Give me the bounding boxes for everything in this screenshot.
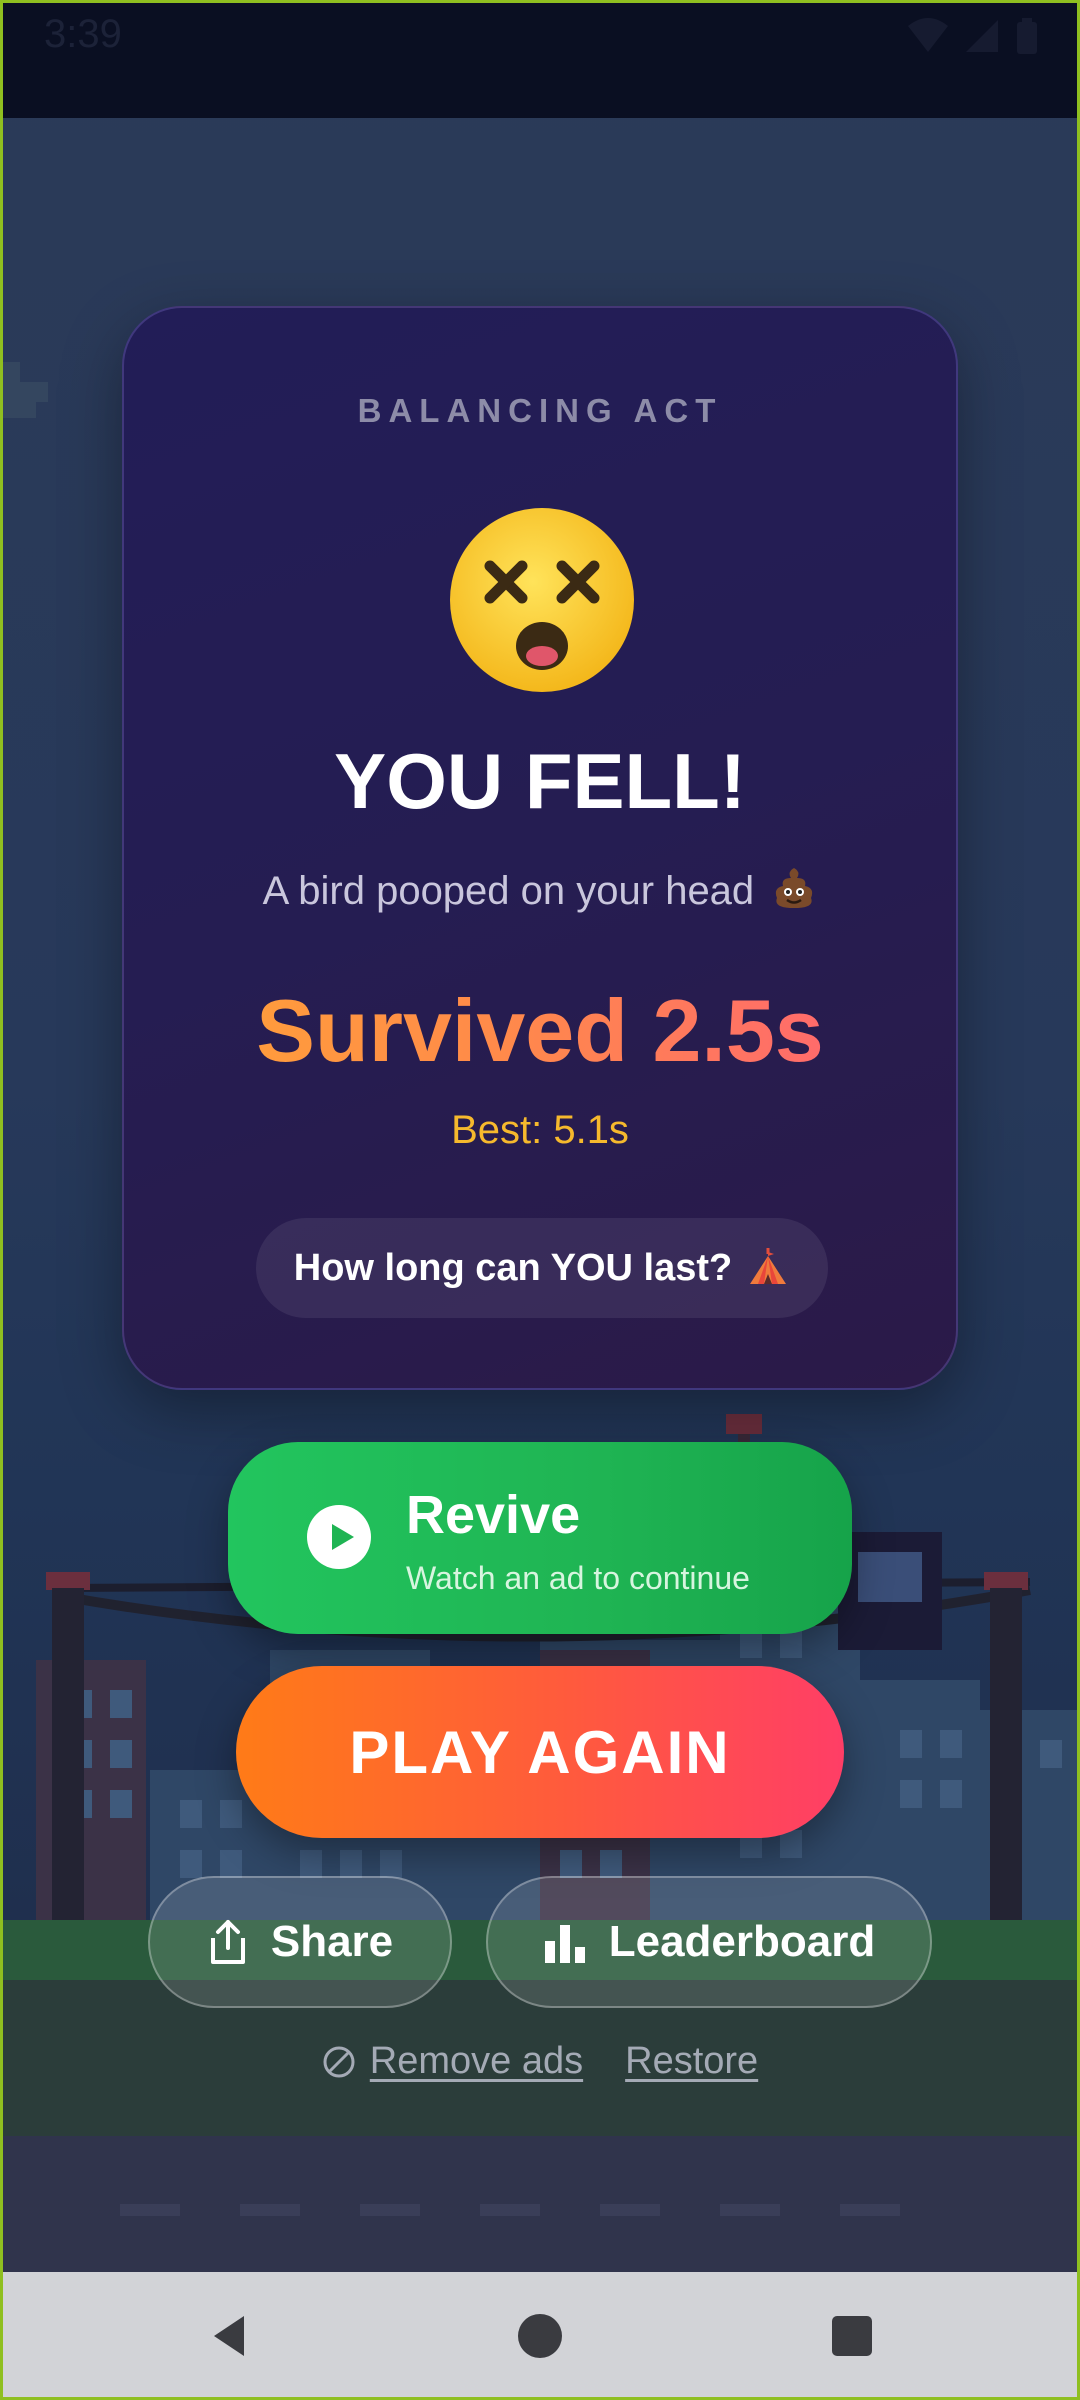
restore-link[interactable]: Restore	[625, 2040, 758, 2083]
play-again-button[interactable]: PLAY AGAIN	[236, 1666, 844, 1838]
result-card: BALANCING ACT YOU FELL! A bird pooped on…	[122, 306, 958, 1390]
fall-cause-text: A bird pooped on your head	[262, 869, 755, 913]
battery-icon	[1017, 18, 1037, 54]
recent-apps-icon[interactable]	[826, 2310, 878, 2362]
bar-chart-icon	[544, 1925, 585, 1963]
revive-title: Revive	[406, 1485, 581, 1545]
dizzy-face-icon	[450, 508, 634, 692]
revive-button[interactable]: Revive Watch an ad to continue	[228, 1442, 852, 1634]
game-name: BALANCING ACT	[357, 392, 723, 429]
challenge-pill: How long can YOU last?	[256, 1218, 828, 1318]
status-time: 3:39	[44, 12, 122, 56]
leaderboard-label: Leaderboard	[608, 1917, 876, 1966]
block-icon	[323, 2046, 355, 2077]
share-label: Share	[270, 1917, 394, 1966]
challenge-text: How long can YOU last?	[293, 1246, 733, 1289]
survived-time: Survived 2.5s	[124, 980, 956, 1082]
remove-ads-link-group[interactable]: Remove ads	[322, 2040, 583, 2083]
navigation-bar	[0, 2272, 1080, 2400]
circus-tent-icon	[750, 1248, 787, 1284]
status-bar: 3:39	[0, 0, 1080, 118]
revive-subtitle: Watch an ad to continue	[406, 1560, 750, 1596]
share-button[interactable]: Share	[148, 1876, 452, 2008]
fall-cause: A bird pooped on your head	[124, 864, 956, 914]
game-over-screen: 3:39 BALANCING ACT YOU FELL! A bird poop…	[0, 0, 1080, 2400]
cell-signal-icon	[966, 20, 998, 52]
share-icon	[210, 1920, 245, 1964]
footer-links: Remove ads Restore	[0, 2040, 1080, 2083]
poo-icon	[776, 868, 813, 908]
home-icon[interactable]	[514, 2310, 566, 2362]
remove-ads-link[interactable]: Remove ads	[370, 2040, 583, 2083]
best-time: Best: 5.1s	[451, 1108, 629, 1152]
play-circle-icon	[307, 1505, 371, 1569]
leaderboard-button[interactable]: Leaderboard	[486, 1876, 932, 2008]
wifi-icon	[908, 18, 948, 52]
status-icons	[906, 16, 1040, 56]
back-icon[interactable]	[204, 2310, 256, 2362]
game-over-title: YOU FELL!	[334, 737, 746, 825]
